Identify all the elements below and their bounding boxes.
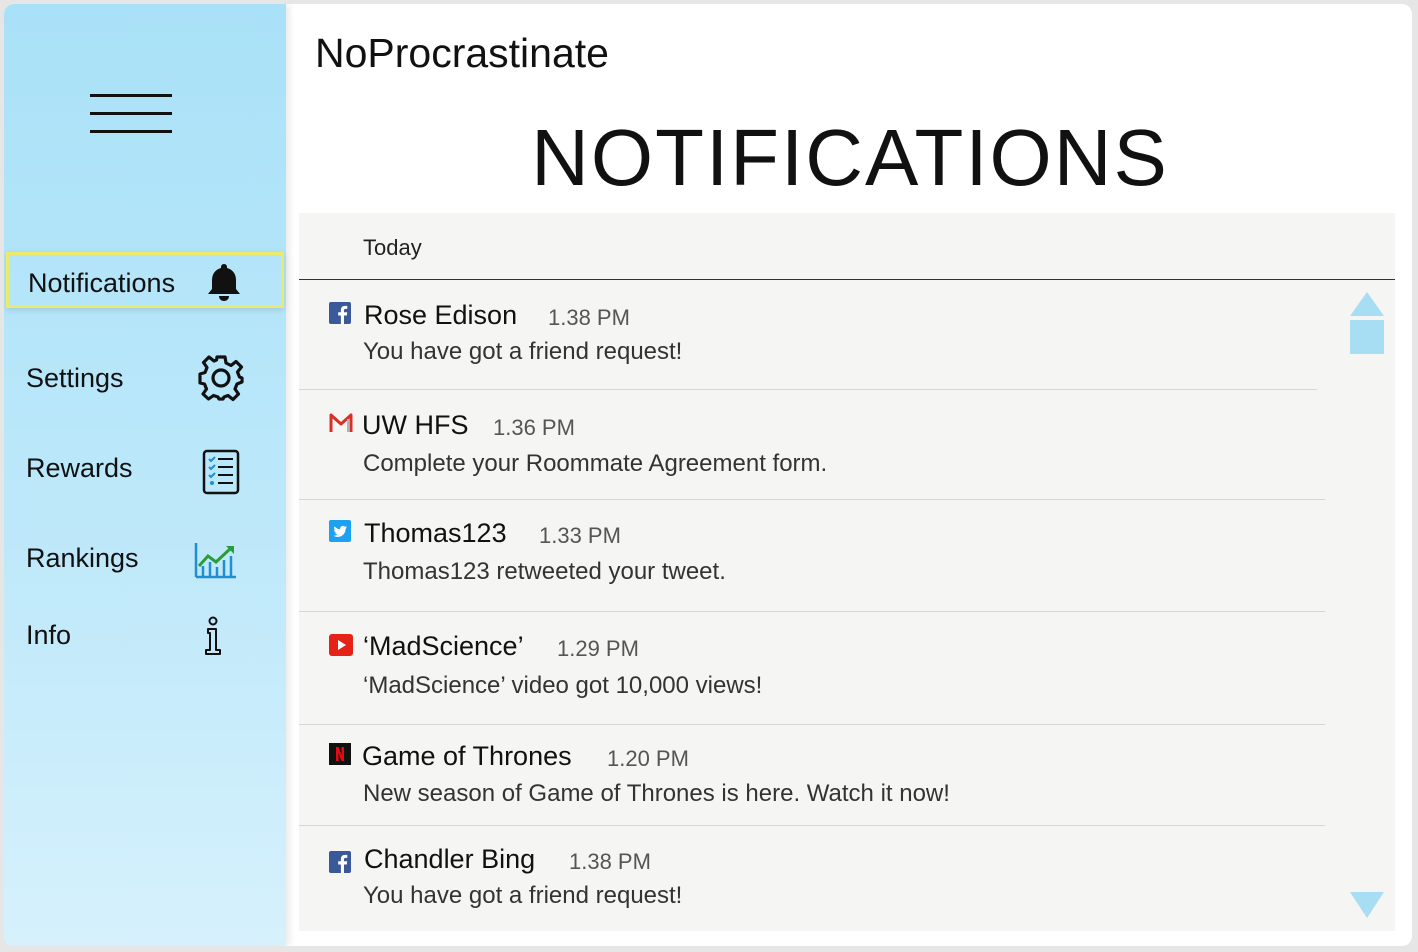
notification-sender: ‘MadScience’ xyxy=(363,631,524,661)
notification-sender: Rose Edison xyxy=(364,300,518,330)
notifications-panel: Today Rose Edison 1.38 PM You have got a… xyxy=(299,213,1395,931)
facebook-icon xyxy=(329,302,351,324)
notification-item[interactable]: Thomas123 1.33 PM Thomas123 retweeted yo… xyxy=(299,500,1325,612)
notification-item[interactable]: UW HFS 1.36 PM Complete your Roommate Ag… xyxy=(299,390,1325,500)
app-title: NoProcrastinate xyxy=(315,30,609,76)
twitter-icon xyxy=(329,520,351,542)
page-title: NOTIFICATIONS xyxy=(531,113,1169,202)
sidebar-item-label: Rewards xyxy=(26,453,133,483)
hamburger-menu-icon[interactable] xyxy=(90,90,172,138)
notification-message: Complete your Roommate Agreement form. xyxy=(363,450,828,477)
netflix-icon xyxy=(329,743,351,765)
notification-message: Thomas123 retweeted your tweet. xyxy=(363,558,726,585)
notification-sender: Thomas123 xyxy=(364,518,507,548)
bell-icon xyxy=(208,264,240,301)
notification-item[interactable]: ‘MadScience’ 1.29 PM ‘MadScience’ video … xyxy=(299,612,1325,725)
gear-icon xyxy=(198,355,244,402)
notification-time: 1.33 PM xyxy=(539,523,621,548)
notification-message: You have got a friend request! xyxy=(363,338,683,365)
sidebar-item-notifications[interactable]: Notifications xyxy=(6,252,284,308)
sidebar-item-label: Rankings xyxy=(26,543,139,573)
notification-time: 1.36 PM xyxy=(493,415,575,440)
sidebar-item-rewards[interactable]: Rewards xyxy=(4,440,286,496)
sidebar-item-label: Settings xyxy=(26,363,124,393)
notification-sender: Game of Thrones xyxy=(362,741,572,771)
section-header: Today xyxy=(299,213,1395,280)
notification-time: 1.38 PM xyxy=(569,849,651,874)
sidebar-item-info[interactable]: Info xyxy=(4,607,286,663)
notification-time: 1.20 PM xyxy=(607,746,689,771)
notification-sender: Chandler Bing xyxy=(364,844,536,874)
notification-message: You have got a friend request! xyxy=(363,882,683,909)
section-label-today: Today xyxy=(363,235,422,260)
chart-growth-icon xyxy=(194,543,236,579)
facebook-icon xyxy=(329,851,351,873)
notification-item[interactable]: Game of Thrones 1.20 PM New season of Ga… xyxy=(299,725,1325,826)
notification-time: 1.38 PM xyxy=(548,305,630,330)
notification-time: 1.29 PM xyxy=(557,636,639,661)
sidebar-item-label: Info xyxy=(26,620,72,650)
gmail-icon xyxy=(329,413,353,432)
sidebar: Notifications Settings Rewards Rankings … xyxy=(4,4,286,946)
notification-item[interactable]: Rose Edison 1.38 PM You have got a frien… xyxy=(299,280,1325,390)
checklist-icon xyxy=(202,449,240,495)
app-window: Notifications Settings Rewards Rankings … xyxy=(4,4,1412,946)
sidebar-item-label: Notifications xyxy=(28,268,176,298)
sidebar-item-settings[interactable]: Settings xyxy=(4,350,286,406)
notification-item[interactable]: Chandler Bing 1.38 PM You have got a fri… xyxy=(299,826,1325,931)
notification-sender: UW HFS xyxy=(362,410,469,440)
youtube-icon xyxy=(329,634,353,656)
scroll-up-arrow-icon[interactable] xyxy=(1350,292,1384,354)
scroll-down-arrow-icon[interactable] xyxy=(1350,892,1384,920)
notification-message: ‘MadScience’ video got 10,000 views! xyxy=(363,672,763,699)
notification-message: New season of Game of Thrones is here. W… xyxy=(363,780,950,807)
sidebar-item-rankings[interactable]: Rankings xyxy=(4,530,286,586)
info-icon xyxy=(205,616,221,655)
